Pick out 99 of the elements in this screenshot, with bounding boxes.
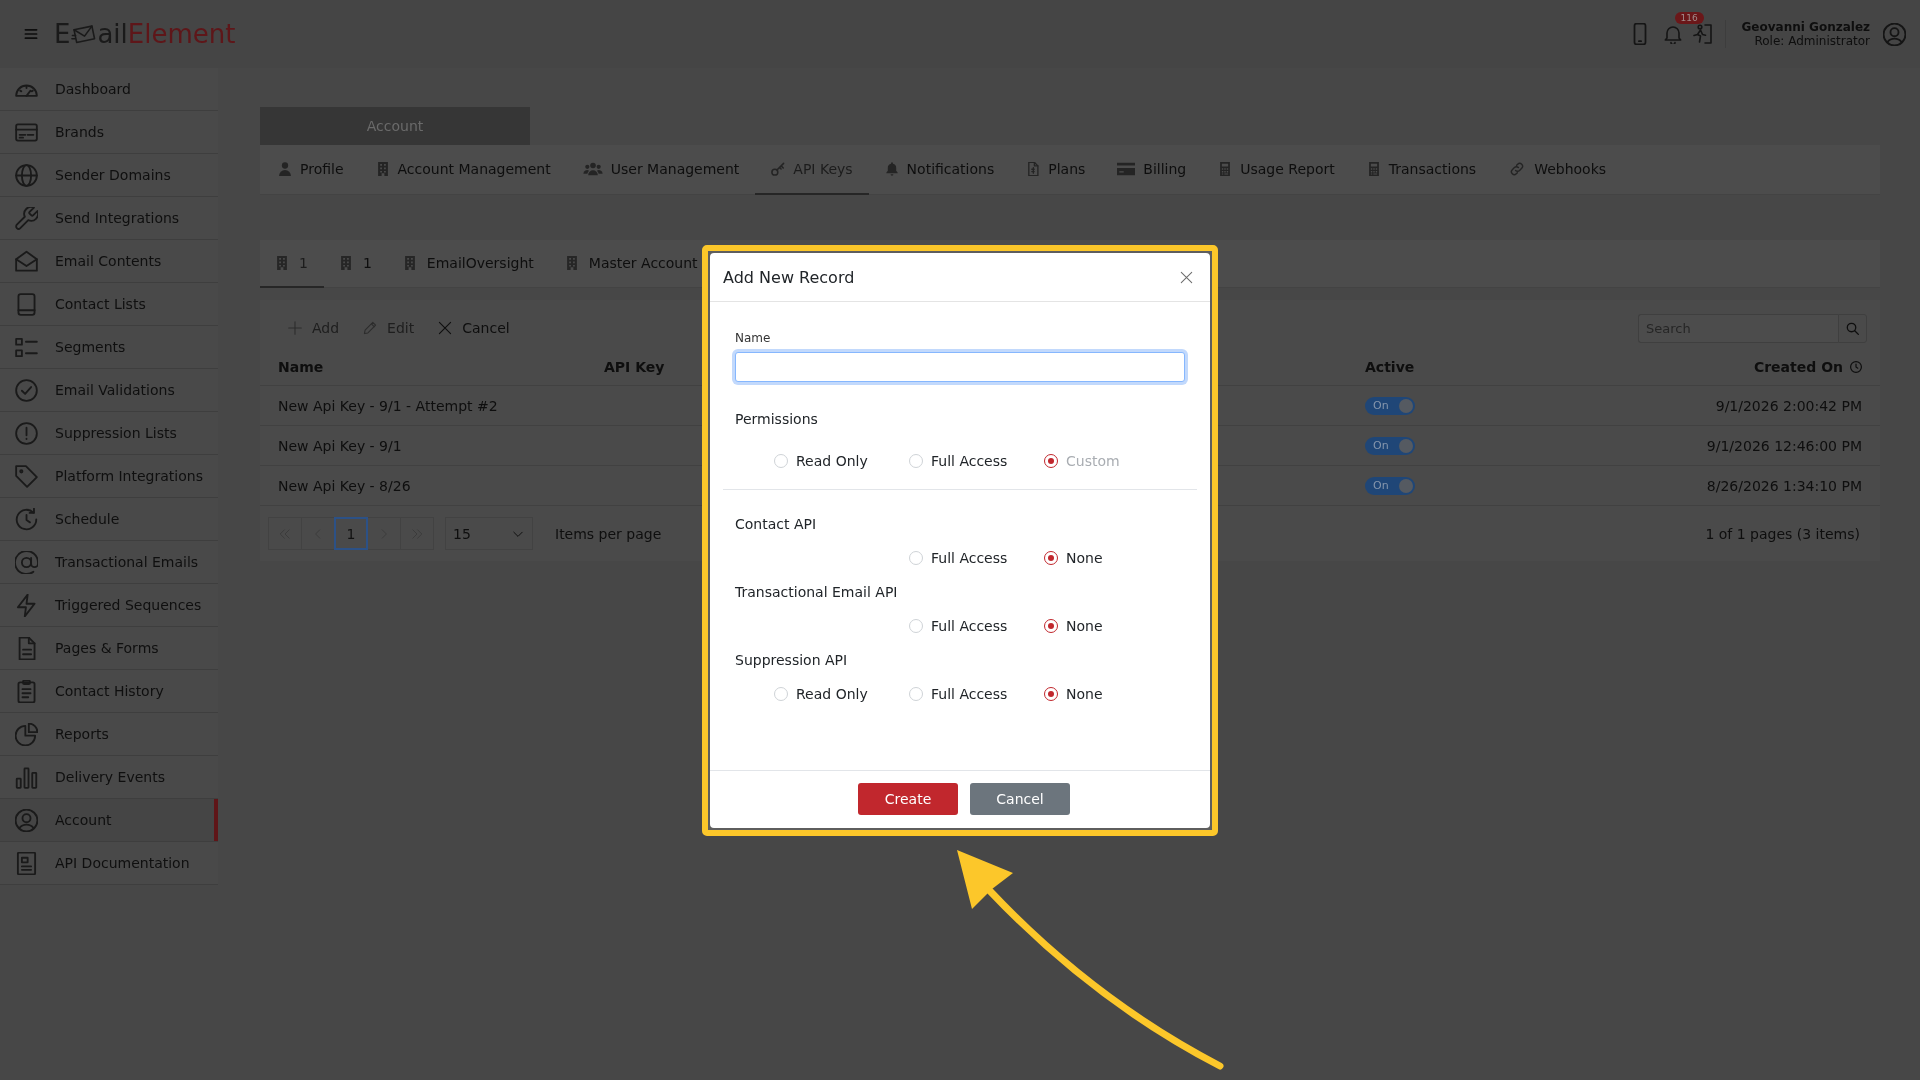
tab[interactable]: Transactions	[1350, 145, 1493, 195]
users-icon	[582, 162, 603, 176]
tab[interactable]: Billing	[1101, 145, 1203, 195]
toggle-label: On	[1373, 439, 1389, 452]
toggle-label: On	[1373, 479, 1389, 492]
radio-option[interactable]: Read Only	[774, 453, 909, 469]
radio-option[interactable]: Full Access	[909, 618, 1044, 634]
credit-card-icon	[1117, 162, 1136, 176]
sub-tab[interactable]: 1	[323, 240, 388, 288]
cancel-button[interactable]: Cancel	[970, 783, 1070, 815]
radio-option[interactable]: None	[1044, 686, 1179, 702]
radio-option[interactable]: Full Access	[909, 550, 1044, 566]
menu-button[interactable]	[24, 27, 38, 41]
list-icon	[15, 335, 38, 359]
notification-badge: 116	[1674, 12, 1704, 24]
table-cell: 8/26/2026 1:34:10 PM	[1706, 477, 1862, 494]
key-icon	[771, 162, 786, 176]
pager-button[interactable]	[301, 517, 335, 550]
search-button[interactable]	[1838, 313, 1867, 343]
name-input[interactable]	[735, 352, 1185, 382]
globe-icon	[15, 163, 38, 187]
tab[interactable]: Usage Report	[1202, 145, 1351, 195]
phone-icon	[1632, 23, 1647, 45]
tab[interactable]: User Management	[566, 145, 756, 195]
page-size-select[interactable]: 15	[445, 517, 533, 550]
page-size-label: Items per page	[555, 525, 662, 542]
building-icon	[403, 256, 416, 270]
radio-option[interactable]: None	[1044, 618, 1179, 634]
pagination-summary: 1 of 1 pages (3 items)	[1705, 525, 1860, 542]
table-cell: New Api Key - 9/1 - Attempt #2	[278, 397, 498, 414]
toggle-label: On	[1373, 399, 1389, 412]
tab[interactable]: Webhooks	[1492, 145, 1623, 195]
bar-chart-icon	[15, 765, 38, 789]
table-cell: 9/1/2026 12:46:00 PM	[1706, 437, 1862, 454]
wrench-icon	[15, 206, 38, 230]
person-icon	[278, 162, 292, 176]
document-icon	[15, 851, 38, 875]
group-label: Contact API	[735, 515, 818, 534]
plus-icon	[288, 321, 302, 335]
close-button[interactable]	[1180, 270, 1193, 284]
field-label: Name	[735, 330, 772, 346]
lightning-icon	[15, 593, 38, 617]
table-cell: New Api Key - 8/26	[278, 477, 411, 494]
sub-tab[interactable]: EmailOversight	[387, 240, 550, 288]
envelope-icon	[71, 24, 97, 44]
check-circle-icon	[15, 378, 38, 402]
group-label: Suppression API	[735, 651, 849, 670]
calculator-icon	[1366, 162, 1381, 176]
column-header[interactable]: Name	[278, 358, 324, 375]
pencil-icon	[363, 321, 378, 335]
radio-option[interactable]: None	[1044, 550, 1179, 566]
column-header[interactable]: Created On	[1753, 358, 1843, 375]
tag-icon	[15, 464, 38, 488]
user-menu-button[interactable]	[1883, 22, 1906, 46]
page-button[interactable]: 1	[334, 517, 368, 550]
radio-option[interactable]: Read Only	[774, 686, 909, 702]
phone-button[interactable]	[1632, 23, 1647, 45]
calculator-icon	[1218, 162, 1233, 176]
column-header[interactable]: Active	[1365, 358, 1415, 375]
notifications-button[interactable]	[1662, 24, 1683, 44]
exclamation-circle-icon	[15, 421, 38, 445]
menu-icon	[24, 27, 38, 41]
group-label: Permissions	[735, 410, 819, 429]
book-icon	[15, 292, 38, 316]
clock-icon	[1850, 360, 1862, 373]
toggle-switch[interactable]: On	[1365, 476, 1415, 495]
building-icon	[276, 256, 288, 270]
toolbar-button[interactable]: Cancel	[430, 313, 518, 343]
radio-option[interactable]: Full Access	[909, 686, 1044, 702]
document-icon	[1026, 162, 1041, 176]
tab[interactable]: Notifications	[868, 145, 1011, 195]
tab[interactable]: Profile	[262, 145, 360, 195]
tab[interactable]: Plans	[1010, 145, 1102, 195]
tab[interactable]: Account Management	[359, 145, 567, 195]
bell-icon	[1662, 24, 1683, 44]
toggle-switch[interactable]: On	[1365, 436, 1415, 455]
search-icon	[1846, 321, 1859, 335]
close-icon	[1180, 270, 1193, 284]
clipboard-icon	[15, 679, 38, 703]
envelope-icon	[15, 249, 38, 273]
pager-button[interactable]	[367, 517, 401, 550]
building-icon	[565, 256, 578, 270]
close-icon	[438, 321, 453, 335]
group-label: Transactional Email API	[735, 583, 899, 602]
account-switch-button[interactable]	[1692, 24, 1713, 44]
door-person-icon	[1692, 24, 1713, 44]
building-icon	[339, 256, 352, 270]
table-cell: New Api Key - 9/1	[278, 437, 402, 454]
toggle-switch[interactable]: On	[1365, 396, 1415, 415]
radio-option[interactable]: Full Access	[909, 453, 1044, 469]
pie-chart-icon	[15, 722, 38, 746]
bell-icon	[884, 162, 899, 176]
dialog-title: Add New Record	[723, 267, 855, 287]
create-button[interactable]: Create	[858, 783, 958, 815]
table-cell: 9/1/2026 2:00:42 PM	[1715, 397, 1862, 414]
at-sign-icon	[15, 550, 38, 574]
clock-arrow-icon	[15, 507, 38, 531]
building-icon	[375, 162, 390, 176]
column-header[interactable]: API Key	[604, 358, 665, 375]
